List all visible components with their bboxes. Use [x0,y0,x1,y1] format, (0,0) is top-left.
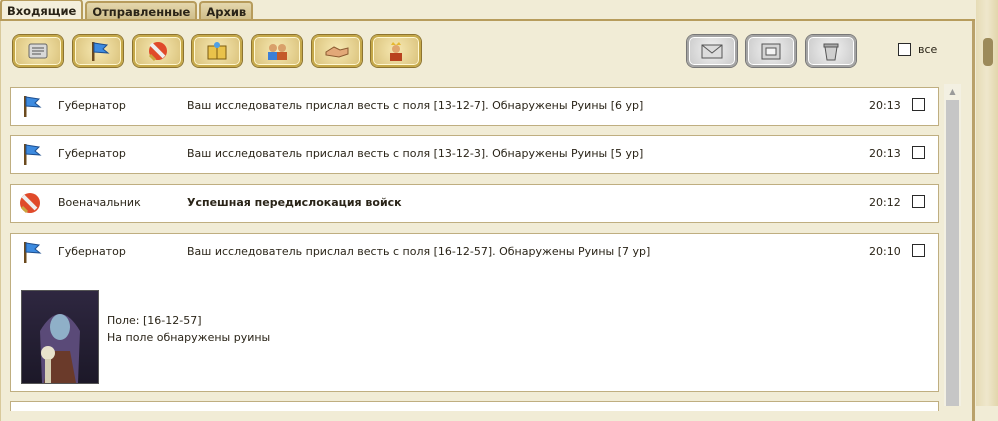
filter-military-button[interactable] [133,35,183,67]
message-time: 20:10 [869,245,901,258]
filter-all-button[interactable] [13,35,63,67]
scroll-thumb[interactable] [946,100,959,406]
toolbar: все [12,35,940,69]
tab-inbox[interactable]: Входящие [0,0,84,21]
king-icon [390,42,402,61]
message-checkbox[interactable] [912,146,925,159]
filter-trade-button[interactable] [312,35,362,67]
book-icon [207,42,227,60]
message-row[interactable]: Военачальник Успешная передислокация вой… [10,184,939,223]
message-sender: Губернатор [58,245,126,258]
tab-archive[interactable]: Архив [199,1,254,21]
select-all: все [898,43,937,56]
handshake-icon [325,46,349,58]
message-row[interactable]: Губернатор Ваш исследователь прислал вес… [10,135,939,174]
mark-read-button[interactable] [687,35,737,67]
message-row[interactable] [10,401,939,411]
message-time: 20:12 [869,196,901,209]
message-sender: Губернатор [58,99,126,112]
message-time: 20:13 [869,147,901,160]
war-sword-icon [20,193,40,214]
frame-decoration [976,0,998,406]
body-description-line: На поле обнаружены руины [107,331,271,344]
message-subject[interactable]: Ваш исследователь прислал весть с поля [… [187,147,643,160]
filter-people-button[interactable] [252,35,302,67]
message-checkbox[interactable] [912,195,925,208]
envelope-icon [701,44,723,59]
tab-sent[interactable]: Отправленные [85,1,198,21]
filter-science-button[interactable] [192,35,242,67]
message-time: 20:13 [869,99,901,112]
delete-button[interactable] [806,35,856,67]
scroll-icon [28,43,48,59]
trash-icon [823,43,839,61]
people-icon [268,44,287,60]
war-sword-icon [148,42,167,62]
scroll-up-arrow-icon[interactable]: ▲ [944,84,961,98]
message-row-expanded[interactable]: Губернатор Ваш исследователь прислал вес… [10,233,939,392]
message-subject[interactable]: Ваш исследователь прислал весть с поля [… [187,245,650,258]
message-checkbox[interactable] [912,244,925,257]
message-checkbox[interactable] [912,98,925,111]
archive-box-icon [761,43,781,60]
governor-flag-icon [92,42,110,61]
tab-bar: Входящие Отправленные Архив [0,0,255,21]
explorer-portrait [21,290,99,384]
filter-governor-button[interactable] [73,35,123,67]
governor-flag-icon [24,242,42,263]
message-sender: Военачальник [58,196,141,209]
archive-button[interactable] [746,35,796,67]
hooded-explorer-icon [40,314,80,383]
select-all-label: все [918,43,938,56]
message-subject[interactable]: Ваш исследователь прислал весть с поля [… [187,99,643,112]
message-body: Поле: [16-12-57] На поле обнаружены руин… [107,312,270,346]
governor-flag-icon [24,96,42,117]
message-subject[interactable]: Успешная передислокация войск [187,196,402,209]
scrollbar[interactable]: ▲ [944,84,961,406]
governor-flag-icon [24,144,42,165]
select-all-checkbox[interactable] [898,43,911,56]
filter-ruler-button[interactable] [371,35,421,67]
message-sender: Губернатор [58,147,126,160]
body-field-line: Поле: [16-12-57] [107,314,202,327]
message-row[interactable]: Губернатор Ваш исследователь прислал вес… [10,87,939,126]
